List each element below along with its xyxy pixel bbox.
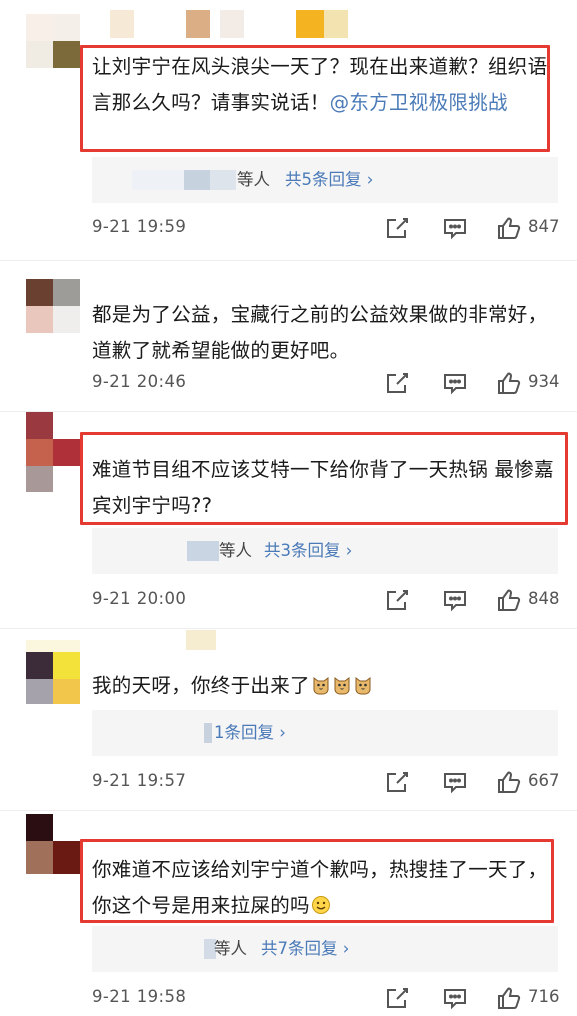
like-count: 716 xyxy=(528,987,560,1006)
share-icon[interactable] xyxy=(383,768,411,796)
comment-icon[interactable] xyxy=(441,984,469,1012)
like-count: 934 xyxy=(528,372,560,391)
comment-meta: 9-21 19:58 716 xyxy=(92,984,577,1014)
avatar[interactable] xyxy=(26,640,80,704)
timestamp: 9-21 20:46 xyxy=(92,372,187,391)
replier-name-blur xyxy=(204,723,212,743)
chevron-right-icon: › xyxy=(342,939,350,958)
highlight-box xyxy=(80,45,550,152)
chevron-right-icon: › xyxy=(366,170,374,189)
reply-users-label: 等人 xyxy=(219,541,252,560)
highlight-box xyxy=(80,839,554,923)
divider xyxy=(0,411,577,412)
cat-emoji-icon xyxy=(353,671,373,695)
thumbs-up-icon[interactable] xyxy=(495,984,523,1012)
timestamp: 9-21 20:00 xyxy=(92,589,187,608)
reply-summary[interactable]: 等人 共3条回复 › xyxy=(92,528,558,574)
username-blur xyxy=(186,630,216,650)
comment-icon[interactable] xyxy=(441,214,469,242)
replier-name-blur xyxy=(210,170,236,190)
timestamp: 9-21 19:57 xyxy=(92,771,187,790)
highlight-box xyxy=(80,432,568,525)
reply-summary[interactable]: 等人 共7条回复 › xyxy=(92,926,558,972)
reply-summary[interactable]: 1条回复 › xyxy=(92,710,558,756)
chevron-right-icon: › xyxy=(279,723,286,742)
timestamp: 9-21 19:59 xyxy=(92,217,187,236)
avatar[interactable] xyxy=(26,14,80,68)
reply-users-label: 等人 xyxy=(214,939,247,958)
thumbs-up-icon[interactable] xyxy=(495,768,523,796)
thumbs-up-icon[interactable] xyxy=(495,214,523,242)
comment-text: 都是为了公益，宝藏行之前的公益效果做的非常好，道歉了就希望能做的更好吧。 xyxy=(92,303,548,362)
reply-count-link[interactable]: 1条回复 › xyxy=(214,710,286,756)
comment-meta: 9-21 19:59 847 xyxy=(92,214,577,244)
timestamp: 9-21 19:58 xyxy=(92,987,187,1006)
comment-icon[interactable] xyxy=(441,369,469,397)
comment-meta: 9-21 19:57 667 xyxy=(92,768,577,798)
replier-name-blur xyxy=(184,170,212,190)
thumbs-up-icon[interactable] xyxy=(495,369,523,397)
reply-count-link[interactable]: 共5条回复 › xyxy=(285,157,373,203)
avatar[interactable] xyxy=(26,279,80,333)
thumbs-up-icon[interactable] xyxy=(495,586,523,614)
avatar[interactable] xyxy=(26,412,80,492)
cat-emoji-icon xyxy=(332,671,352,695)
reply-count-link[interactable]: 共7条回复 › xyxy=(261,926,349,972)
comment-icon[interactable] xyxy=(441,586,469,614)
username-blur xyxy=(80,10,350,38)
like-count: 848 xyxy=(528,589,560,608)
reply-users-label: 等人 xyxy=(237,170,270,189)
comment-meta: 9-21 20:46 934 xyxy=(92,369,577,399)
divider xyxy=(0,810,577,811)
comment-icon[interactable] xyxy=(441,768,469,796)
chevron-right-icon: › xyxy=(345,541,353,560)
like-count: 667 xyxy=(528,771,560,790)
comment-text: 我的天呀，你终于出来了 xyxy=(92,668,562,704)
replier-name-blur xyxy=(187,541,219,561)
avatar[interactable] xyxy=(26,814,80,874)
cat-emoji-icon xyxy=(311,671,331,695)
divider xyxy=(0,260,577,261)
share-icon[interactable] xyxy=(383,369,411,397)
like-count: 847 xyxy=(528,217,560,236)
share-icon[interactable] xyxy=(383,214,411,242)
comment-meta: 9-21 20:00 848 xyxy=(92,586,577,616)
share-icon[interactable] xyxy=(383,586,411,614)
share-icon[interactable] xyxy=(383,984,411,1012)
reply-summary[interactable]: 等人 共5条回复 › xyxy=(92,157,558,203)
divider xyxy=(0,628,577,629)
reply-count-link[interactable]: 共3条回复 › xyxy=(264,528,352,574)
